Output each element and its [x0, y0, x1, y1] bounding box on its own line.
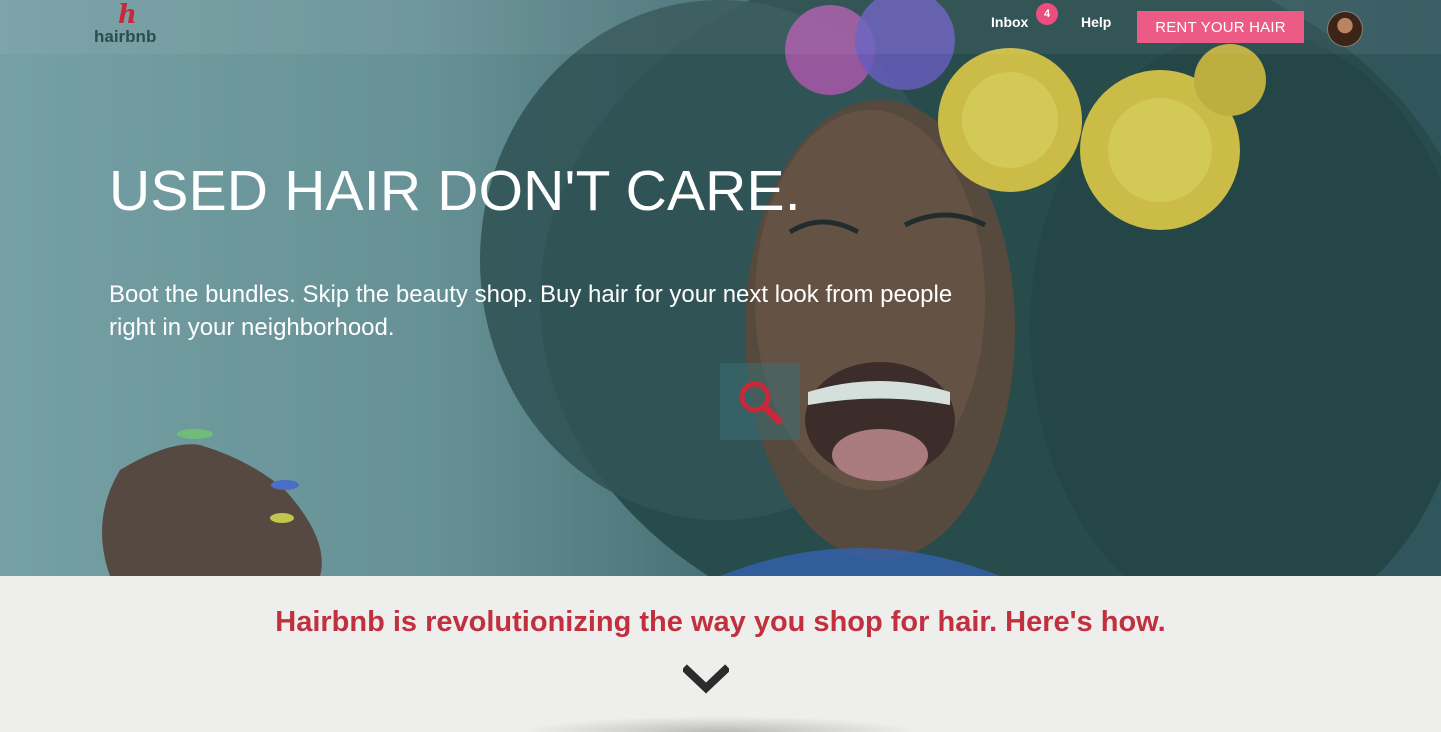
rent-your-hair-button[interactable]: RENT YOUR HAIR: [1137, 11, 1304, 43]
search-icon: [739, 381, 783, 424]
navbar: h hairbnb Inbox 4 Help RENT YOUR HAIR: [0, 0, 1441, 54]
hero-section: h hairbnb Inbox 4 Help RENT YOUR HAIR US…: [0, 0, 1441, 576]
nav-help-link[interactable]: Help: [1081, 14, 1111, 30]
search-button[interactable]: [720, 363, 800, 440]
logo-text: hairbnb: [94, 27, 157, 46]
hero-headline: USED HAIR DON'T CARE.: [109, 159, 801, 223]
content-shadow: [520, 716, 920, 732]
avatar[interactable]: [1327, 11, 1363, 47]
inbox-count-badge: 4: [1036, 3, 1058, 25]
how-it-works-section: Hairbnb is revolutionizing the way you s…: [0, 576, 1441, 732]
section-tagline: Hairbnb is revolutionizing the way you s…: [275, 606, 1166, 638]
hero-subtext: Boot the bundles. Skip the beauty shop. …: [109, 281, 953, 341]
logo-mark: h: [118, 0, 137, 30]
nav-inbox-link[interactable]: Inbox: [991, 14, 1028, 30]
hairbnb-logo[interactable]: h hairbnb: [92, 0, 162, 47]
chevron-down-icon[interactable]: [683, 664, 729, 694]
